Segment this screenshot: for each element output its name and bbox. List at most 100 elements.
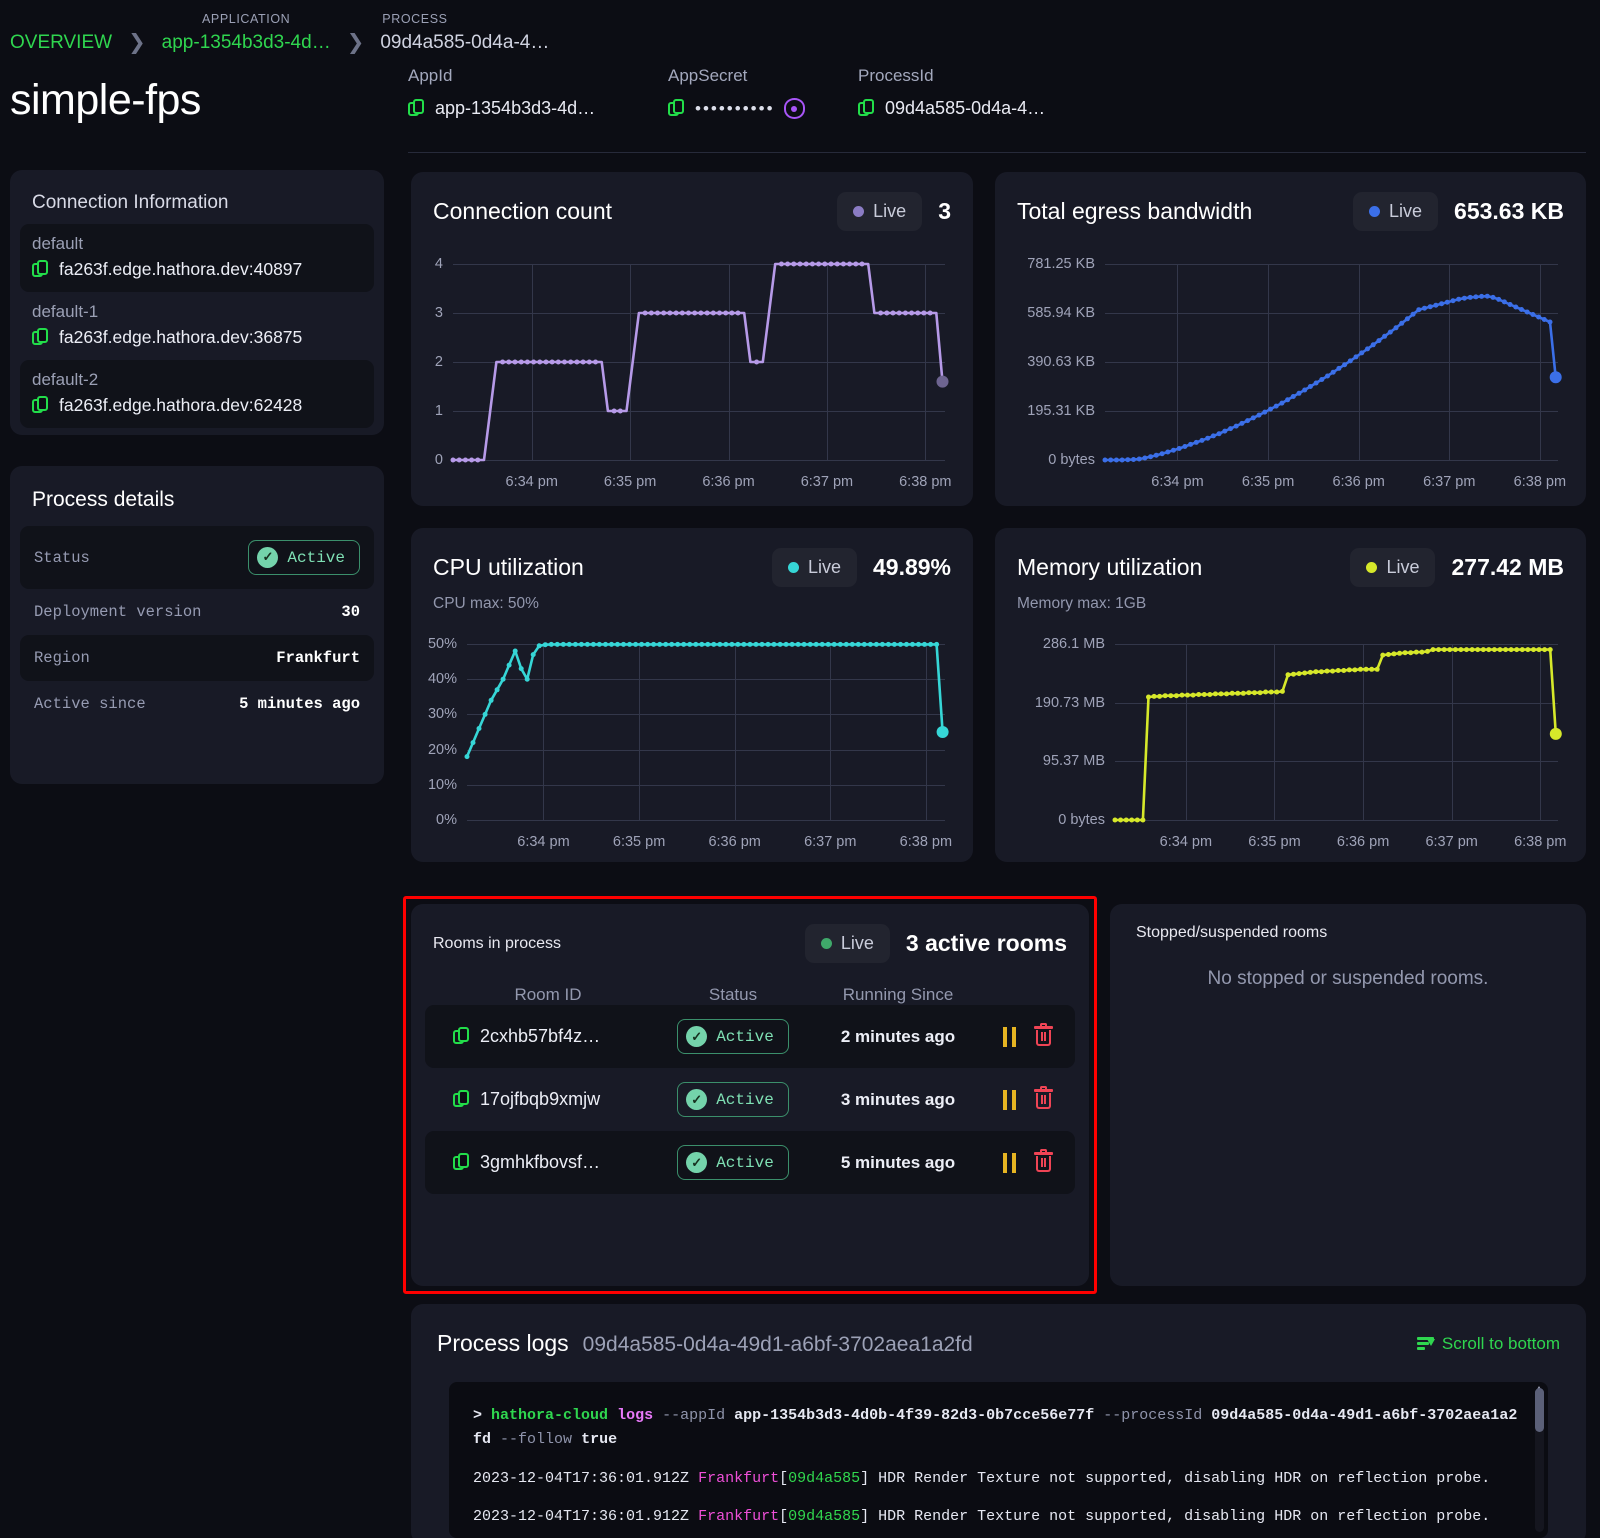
- meta-processid: ProcessId 09d4a585-0d4a-4…: [858, 66, 1158, 119]
- log-message: HDR Render Texture not supported, disabl…: [878, 1469, 1491, 1487]
- connection-count-card: Connection count Live 3 4 3 2 1 0 6:34 pm 6:35…: [411, 172, 973, 506]
- process-dashboard: OVERVIEW APPLICATION PROCESS OVERVIEW ❯ …: [0, 0, 1600, 1538]
- appsecret-label: AppSecret: [668, 66, 748, 85]
- copy-icon[interactable]: [858, 98, 876, 119]
- copy-icon[interactable]: [453, 1026, 471, 1047]
- region-label: Region: [34, 649, 90, 667]
- deployment-version-row: Deployment version 30: [20, 589, 374, 635]
- copy-icon[interactable]: [453, 1089, 471, 1110]
- process-details-title: Process details: [32, 488, 175, 511]
- room-status: Active: [716, 1153, 774, 1172]
- live-badge: Live: [1353, 192, 1439, 231]
- status-badge: ✓ Active: [677, 1145, 789, 1180]
- process-logs-id: 09d4a585-0d4a-49d1-a6bf-3702aea1a2fd: [582, 1333, 973, 1356]
- chart-current-value: 3: [938, 198, 951, 224]
- breadcrumb: OVERVIEW APPLICATION PROCESS OVERVIEW ❯ …: [10, 6, 549, 55]
- log-flag-follow: --follow: [500, 1431, 573, 1449]
- process-logs-title: Process logs: [437, 1330, 569, 1356]
- copy-icon[interactable]: [668, 98, 686, 119]
- log-console[interactable]: > hathora-cloud logs --appId app-1354b3d…: [449, 1382, 1548, 1538]
- breadcrumb-overview-link[interactable]: OVERVIEW: [10, 32, 112, 54]
- trash-icon[interactable]: [1034, 1086, 1053, 1110]
- cpu-max-label: CPU max: 50%: [433, 595, 539, 612]
- memory-utilization-card: Memory utilization Live 277.42 MB Memory…: [995, 528, 1586, 862]
- breadcrumb-application-link[interactable]: app-1354b3d3-4d…: [162, 32, 331, 54]
- room-id: 2cxhb57bf4z…: [480, 1026, 601, 1046]
- status-badge: ✓ Active: [677, 1082, 789, 1117]
- divider: [408, 152, 1586, 153]
- stopped-rooms-title: Stopped/suspended rooms: [1136, 924, 1328, 941]
- live-badge: Live: [771, 548, 857, 587]
- copy-icon[interactable]: [32, 259, 50, 280]
- cpu-utilization-card: CPU utilization Live 49.89% CPU max: 50%…: [411, 528, 973, 862]
- pause-icon[interactable]: [1003, 1152, 1016, 1173]
- deployment-version-label: Deployment version: [34, 603, 202, 621]
- pause-icon[interactable]: [1003, 1026, 1016, 1047]
- chart-endpoint-marker: [936, 375, 949, 388]
- column-status: Status: [708, 985, 758, 1004]
- connection-row: default fa263f.edge.hathora.dev:40897: [20, 224, 374, 292]
- memory-max-label: Memory max: 1GB: [1017, 595, 1147, 612]
- connection-value: fa263f.edge.hathora.dev:62428: [59, 395, 303, 415]
- status-badge: ✓ Active: [248, 540, 360, 575]
- copy-icon[interactable]: [453, 1152, 471, 1173]
- meta-appid: AppId app-1354b3d3-4d…: [408, 66, 668, 119]
- process-details-panel: Process details Status ✓ Active Deployme…: [10, 466, 384, 784]
- log-message: HDR Render Texture not supported, disabl…: [878, 1507, 1491, 1525]
- log-appid: app-1354b3d3-4d0b-4f39-82d3-0b7cce56e77f: [734, 1407, 1095, 1424]
- chart-endpoint-marker: [1549, 727, 1562, 740]
- log-pid: 09d4a585: [788, 1469, 861, 1487]
- log-flag-processid: --processId: [1103, 1407, 1203, 1424]
- log-scrollbar[interactable]: [1535, 1386, 1544, 1532]
- table-row: 2cxhb57bf4z… ✓ Active 2 minutes ago: [425, 1005, 1075, 1068]
- connection-name: default-1: [32, 302, 99, 321]
- status-label: Status: [34, 548, 90, 567]
- log-command-line: > hathora-cloud logs --appId app-1354b3d…: [449, 1382, 1548, 1453]
- scroll-to-bottom-button[interactable]: Scroll to bottom: [1416, 1334, 1560, 1354]
- pause-icon[interactable]: [1003, 1089, 1016, 1110]
- copy-icon[interactable]: [32, 327, 50, 348]
- breadcrumb-process-caption: PROCESS: [382, 12, 448, 26]
- egress-bandwidth-card: Total egress bandwidth Live 653.63 KB 78…: [995, 172, 1586, 506]
- room-running-since: 3 minutes ago: [840, 1089, 956, 1109]
- processid-value: 09d4a585-0d4a-4…: [885, 98, 1046, 118]
- process-status-row: Status ✓ Active: [20, 526, 374, 589]
- trash-icon[interactable]: [1034, 1149, 1053, 1173]
- stopped-rooms-empty-message: No stopped or suspended rooms.: [1207, 968, 1489, 989]
- check-icon: ✓: [686, 1089, 708, 1110]
- region-value: Frankfurt: [276, 649, 360, 667]
- log-line: 2023-12-04T17:36:01.912Z Frankfurt[09d4a…: [473, 1469, 1491, 1487]
- log-flag-value: true: [581, 1431, 618, 1449]
- copy-icon[interactable]: [32, 395, 50, 416]
- check-icon: ✓: [686, 1026, 708, 1047]
- status-badge: ✓ Active: [677, 1019, 789, 1054]
- check-icon: ✓: [257, 547, 279, 568]
- check-icon: ✓: [686, 1152, 708, 1173]
- chart-endpoint-marker: [1549, 371, 1562, 384]
- room-running-since: 2 minutes ago: [840, 1026, 956, 1046]
- rooms-in-process-card: Rooms in process Live 3 active rooms Roo…: [411, 904, 1089, 1286]
- log-flag-appid: --appId: [662, 1407, 726, 1424]
- eye-icon[interactable]: [783, 98, 805, 119]
- chart-current-value: 653.63 KB: [1454, 198, 1564, 224]
- breadcrumb-application-caption: APPLICATION: [201, 12, 291, 26]
- active-since-label: Active since: [34, 695, 146, 713]
- log-timestamp: 2023-12-04T17:36:01.912Z: [473, 1469, 690, 1487]
- chart-title: Total egress bandwidth: [1017, 198, 1253, 224]
- appid-label: AppId: [408, 66, 453, 85]
- table-row: 3gmhkfbovsf… ✓ Active 5 minutes ago: [425, 1131, 1075, 1194]
- chevron-right-icon: ❯: [128, 31, 146, 54]
- chart-title: Memory utilization: [1017, 554, 1203, 580]
- live-badge: Live: [804, 924, 890, 963]
- trash-icon[interactable]: [1034, 1023, 1053, 1047]
- room-id: 3gmhkfbovsf…: [480, 1152, 601, 1172]
- live-badge: Live: [1350, 548, 1436, 587]
- chart-current-value: 49.89%: [872, 554, 951, 580]
- page-title: simple-fps: [10, 76, 201, 124]
- meta-appsecret: AppSecret ••••••••••: [668, 66, 858, 119]
- rooms-table-header: Room ID Status Running Since: [411, 985, 1089, 1005]
- breadcrumb-process-current: 09d4a585-0d4a-4…: [380, 31, 550, 53]
- active-since-value: 5 minutes ago: [239, 695, 360, 713]
- active-rooms-count: 3 active rooms: [905, 930, 1067, 956]
- copy-icon[interactable]: [408, 98, 426, 119]
